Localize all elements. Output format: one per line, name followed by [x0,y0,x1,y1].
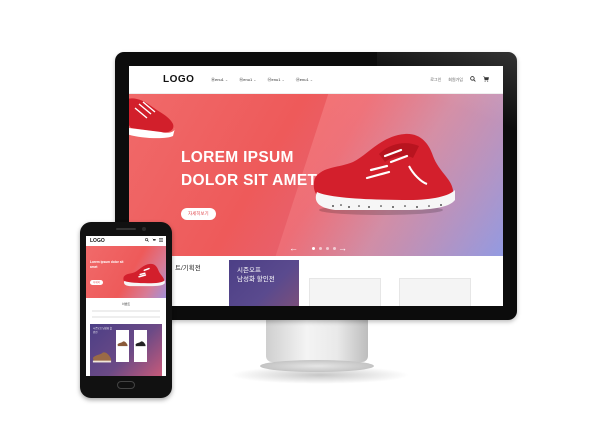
hero-detail-button[interactable]: 자세히보기 [181,208,216,220]
shoe-thumbnail [117,341,128,347]
chevron-down-icon: ⌄ [253,77,257,82]
slide-dot[interactable] [312,247,315,250]
phone-camera [142,227,146,231]
mobile-header-icons [145,238,163,244]
mobile-phone: LOGO Lorem ipsum dolor sit amet 자세히 이벤트 … [80,222,172,398]
product-card[interactable] [116,330,129,362]
cart-icon[interactable] [483,76,490,84]
promo-line-2: 남성화 할인전 [237,276,275,283]
site-logo[interactable]: LOGO [163,74,194,85]
mobile-logo[interactable]: LOGO [90,238,105,244]
hero-title-line-2: DOLOR SIT AMET [181,172,318,189]
mobile-promo-banner[interactable]: 시즌오프 남성화 할인전 [90,324,162,376]
mockup-stage: LOGO Ⓜenu1⌄ Ⓜenu1⌄ Ⓜenu1⌄ Ⓜenu1⌄ 로그인 회원가… [0,0,600,435]
slide-dot[interactable] [333,247,336,250]
promo-line-1: 시즌오프 [237,267,261,274]
home-button[interactable] [117,381,135,389]
mobile-section-title: 이벤트 [121,302,131,306]
monitor-base [260,360,374,372]
promo-text: 시즌오프 남성화 할인전 [237,266,275,284]
menu-item-label: Ⓜenu1 [211,77,224,82]
monitor-stand [266,320,368,362]
menu-item-4[interactable]: Ⓜenu1⌄ [296,77,313,83]
placeholder-line [92,310,160,312]
mobile-screen: LOGO Lorem ipsum dolor sit amet 자세히 이벤트 … [86,236,166,376]
hero-title: LOREM IPSUM DOLOR SIT AMET [181,146,317,192]
cart-icon[interactable] [152,238,156,244]
slide-indicators [312,247,336,250]
slide-dot[interactable] [319,247,322,250]
slide-prev-arrow[interactable]: ← [289,244,298,253]
menu-icon[interactable] [159,238,163,244]
menu-item-1[interactable]: Ⓜenu1⌄ [211,77,228,83]
event-section-label: 트/기획전 [175,265,201,272]
slide-dot[interactable] [326,247,329,250]
login-link[interactable]: 로그인 [430,77,441,83]
chevron-down-icon: ⌄ [281,77,285,82]
hero-banner: LOREM IPSUM DOLOR SIT AMET 자세히보기 ← → [129,94,503,256]
slide-next-arrow[interactable]: → [338,244,347,253]
search-icon[interactable] [470,76,476,84]
header-utilities: 로그인 회원가입 [430,76,490,84]
menu-item-3[interactable]: Ⓜenu1⌄ [268,77,285,83]
shoe-thumbnail [135,341,146,347]
menu-item-label: Ⓜenu1 [295,77,309,82]
shoe-image-small [129,98,175,139]
shoe-image [123,263,165,287]
join-link[interactable]: 회원가입 [448,77,463,83]
desktop-monitor: LOGO Ⓜenu1⌄ Ⓜenu1⌄ Ⓜenu1⌄ Ⓜenu1⌄ 로그인 회원가… [115,52,517,320]
product-card[interactable] [309,278,381,306]
hero-title-line-1: LOREM IPSUM [181,149,294,166]
mobile-header: LOGO [86,236,166,246]
main-menu: Ⓜenu1⌄ Ⓜenu1⌄ Ⓜenu1⌄ Ⓜenu1⌄ [211,77,313,83]
mobile-promo-text: 시즌오프 남성화 할인전 [93,327,112,334]
menu-item-label: Ⓜenu1 [267,77,281,82]
promo-banner[interactable]: 시즌오프 남성화 할인전 [229,260,299,306]
chevron-down-icon: ⌄ [309,77,314,82]
phone-speaker [116,228,136,230]
mobile-hero-banner: Lorem ipsum dolor sit amet 자세히 [86,246,166,298]
shoe-image [313,133,455,215]
site-header: LOGO Ⓜenu1⌄ Ⓜenu1⌄ Ⓜenu1⌄ Ⓜenu1⌄ 로그인 회원가… [129,66,503,94]
menu-item-2[interactable]: Ⓜenu1⌄ [239,77,256,83]
placeholder-line [92,316,160,318]
product-card[interactable] [399,278,471,306]
mobile-hero-button[interactable]: 자세히 [90,280,103,285]
desktop-screen: LOGO Ⓜenu1⌄ Ⓜenu1⌄ Ⓜenu1⌄ Ⓜenu1⌄ 로그인 회원가… [129,66,503,306]
shoe-thumbnail [92,352,112,363]
search-icon[interactable] [145,238,149,244]
menu-item-label: Ⓜenu1 [239,77,253,82]
chevron-down-icon: ⌄ [224,77,229,82]
product-card[interactable] [134,330,147,362]
